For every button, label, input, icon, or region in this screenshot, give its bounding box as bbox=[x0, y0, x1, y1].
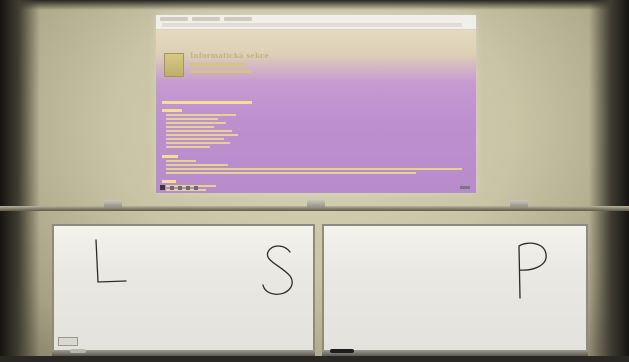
system-tray bbox=[460, 186, 470, 189]
taskbar-app-icon bbox=[170, 186, 174, 190]
board-eraser bbox=[58, 337, 78, 346]
site-title: Informatická sekce bbox=[190, 51, 270, 60]
subtitle-line bbox=[190, 63, 246, 66]
rail-clip bbox=[104, 200, 122, 208]
list-item bbox=[166, 160, 196, 162]
taskbar-app-icon bbox=[194, 186, 198, 190]
address-bar bbox=[162, 23, 462, 27]
list-item bbox=[166, 142, 230, 144]
list-item bbox=[166, 114, 236, 116]
list-item bbox=[166, 118, 218, 120]
rail-clip bbox=[510, 200, 528, 208]
browser-tabs bbox=[160, 17, 280, 21]
handwritten-letter-p bbox=[518, 242, 547, 299]
right-board-writing bbox=[518, 242, 547, 299]
taskbar-app-icon bbox=[178, 186, 182, 190]
section-heading bbox=[162, 180, 176, 183]
section-heading bbox=[162, 155, 178, 158]
ceiling-shadow bbox=[0, 0, 629, 10]
handwritten-letter-l bbox=[95, 239, 127, 283]
right-whiteboard bbox=[322, 224, 588, 352]
list-item bbox=[166, 122, 226, 124]
handwritten-letter-s bbox=[262, 245, 293, 295]
list-item bbox=[166, 138, 224, 140]
browser-tab bbox=[192, 17, 220, 21]
list-item bbox=[166, 126, 214, 128]
list-item bbox=[166, 146, 210, 148]
list-item bbox=[166, 134, 238, 136]
browser-toolbar bbox=[156, 15, 476, 30]
list-item bbox=[166, 164, 228, 166]
subtitle-line bbox=[190, 70, 252, 73]
windows-start-icon bbox=[160, 185, 165, 190]
projected-screen: Informatická sekce bbox=[156, 15, 476, 193]
floor-edge bbox=[0, 356, 629, 362]
site-logo bbox=[164, 53, 184, 77]
left-board-writing bbox=[95, 239, 293, 295]
section-heading bbox=[162, 101, 252, 104]
list-item bbox=[166, 172, 416, 174]
taskbar-app-icon bbox=[186, 186, 190, 190]
right-arch-shadow bbox=[589, 0, 629, 362]
list-item bbox=[166, 130, 232, 132]
browser-tab bbox=[160, 17, 188, 21]
projected-webpage: Informatická sekce bbox=[156, 29, 476, 193]
browser-tab bbox=[224, 17, 252, 21]
left-arch-shadow bbox=[0, 0, 40, 362]
list-item bbox=[166, 168, 462, 170]
marker bbox=[330, 349, 354, 353]
section-heading bbox=[162, 109, 182, 112]
rail-clip bbox=[307, 200, 325, 208]
marker bbox=[70, 349, 86, 353]
left-whiteboard bbox=[52, 224, 315, 352]
